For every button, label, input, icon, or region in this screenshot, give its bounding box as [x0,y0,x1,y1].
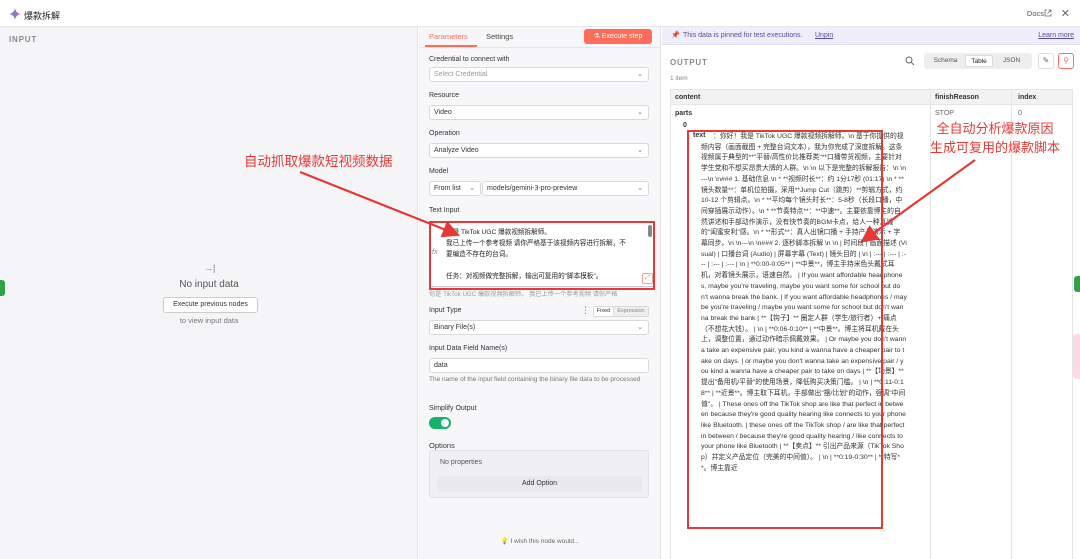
execute-step-label: Execute step [601,33,643,40]
side-widget[interactable] [1073,334,1080,379]
credential-select[interactable]: Select Credential ⌄ [429,67,649,82]
gemini-sparkle-icon [9,8,21,20]
finish-reason-value: STOP [935,110,954,117]
to-view-hint: to view input data [179,316,239,325]
input-type-label: Input Type [429,307,462,314]
annotation-right-line: 全自动分析爆款原因 [936,122,1054,137]
more-options-icon[interactable]: ⋮ [581,305,590,316]
model-select[interactable]: models/gemini-3-pro-preview ⌄ [482,181,649,196]
flask-icon: ⚗ [593,33,602,40]
execute-previous-nodes-button[interactable]: Execute previous nodes [163,297,258,313]
input-type-value: Binary File(s) [434,324,476,331]
table-header: content finishReason index [671,90,1072,105]
index-value: 0 [1018,110,1022,117]
credential-placeholder: Select Credential [434,71,488,78]
tab-settings[interactable]: Settings [486,32,513,41]
model-source-select[interactable]: From list ⌄ [429,181,481,196]
column-header-content: content [675,94,701,101]
right-edge-handle[interactable] [1074,276,1080,292]
top-bar: 爆款拆解 Docs ✕ [0,0,1080,27]
pin-toggle-icon[interactable]: ⚲ [1058,53,1074,69]
column-divider [930,90,931,559]
operation-value: Analyze Video [434,147,479,154]
expression-option[interactable]: Expression [614,307,648,316]
column-divider [1011,90,1012,559]
parts-key: parts [675,110,693,117]
binary-field-input[interactable]: data [429,358,649,373]
node-title[interactable]: 爆款拆解 [24,9,60,22]
learn-more-link[interactable]: Learn more [1038,32,1074,39]
view-switcher: Schema Table JSON [924,53,1032,69]
chevron-down-icon: ⌄ [637,109,643,116]
fixed-expression-toggle[interactable]: Fixed Expression [593,306,649,317]
resource-label: Resource [429,92,459,99]
annotation-right-text: 全自动分析爆款原因 生成可复用的爆款脚本 [920,120,1070,158]
pin-icon: 📌 [671,32,680,39]
view-json-button[interactable]: JSON [994,55,1029,67]
options-box: No properties Add Option [429,450,649,498]
view-table-button[interactable]: Table [965,55,993,67]
resource-value: Video [434,109,452,116]
text-input-label: Text Input [429,207,460,214]
feedback-label: I wish this node would... [510,538,580,545]
model-label: Model [429,168,449,175]
tab-divider [419,47,661,48]
external-link-icon[interactable] [1044,9,1052,17]
tab-parameters[interactable]: Parameters [429,32,468,41]
model-source-value: From list [434,185,461,192]
operation-label: Operation [429,130,460,137]
arrow-to-bar-icon: →| [204,263,216,273]
parameters-panel: Parameters Settings ⚗ Execute step Crede… [419,27,661,559]
item-count: 1 item [670,75,688,82]
pinned-banner: 📌 This data is pinned for test execution… [662,27,1080,45]
column-header-index: index [1018,94,1037,101]
lightbulb-icon: 💡 [500,538,511,545]
part-index: 0 [683,122,687,129]
chevron-down-icon: ⌄ [637,71,643,78]
annotation-right-line: 生成可复用的爆款脚本 [929,141,1060,156]
options-label: Options [429,441,455,450]
add-option-button[interactable]: Add Option [437,476,642,492]
operation-select[interactable]: Analyze Video ⌄ [429,143,649,158]
view-schema-button[interactable]: Schema [927,55,964,67]
output-panel-label: OUTPUT [670,58,708,67]
input-panel: INPUT →| No input data Execute previous … [0,27,418,559]
close-icon[interactable]: ✕ [1061,7,1070,20]
simplify-output-toggle[interactable] [429,417,451,429]
input-type-select[interactable]: Binary File(s) ⌄ [429,320,649,335]
chevron-down-icon: ⌄ [469,185,475,192]
no-input-title: No input data [179,279,239,290]
chevron-down-icon: ⌄ [637,147,643,154]
left-edge-handle[interactable] [0,280,5,296]
binary-field-hint: The name of the input field containing t… [429,376,641,383]
annotation-left-text: 自动抓取爆款短视频数据 [244,154,393,170]
binary-field-label: Input Data Field Name(s) [429,345,508,352]
toggle-knob [441,419,449,427]
model-value: models/gemini-3-pro-preview [487,185,578,192]
text-input-preview: 你是 TikTok UGC 爆款视频拆解师。 我已上传一个参考视频 请你严格 [429,291,618,298]
annotation-box-output [687,130,883,529]
simplify-output-label: Simplify Output [429,405,477,412]
no-properties-text: No properties [440,459,483,466]
chevron-down-icon: ⌄ [637,324,643,331]
annotation-box-input [429,221,655,290]
chevron-down-icon: ⌄ [637,185,643,192]
column-header-finish-reason: finishReason [935,94,979,101]
input-panel-label: INPUT [9,35,37,44]
credential-label: Credential to connect with [429,56,510,63]
fixed-option[interactable]: Fixed [594,307,614,316]
resource-select[interactable]: Video ⌄ [429,105,649,120]
docs-link[interactable]: Docs [1027,9,1044,18]
search-icon[interactable] [905,56,915,66]
pinned-text: This data is pinned for test executions. [683,32,803,39]
execute-step-button[interactable]: ⚗ Execute step [584,29,652,44]
feedback-link[interactable]: 💡 I wish this node would... [419,537,661,545]
unpin-link[interactable]: Unpin [815,32,833,39]
pencil-icon[interactable]: ✎ [1038,53,1054,69]
